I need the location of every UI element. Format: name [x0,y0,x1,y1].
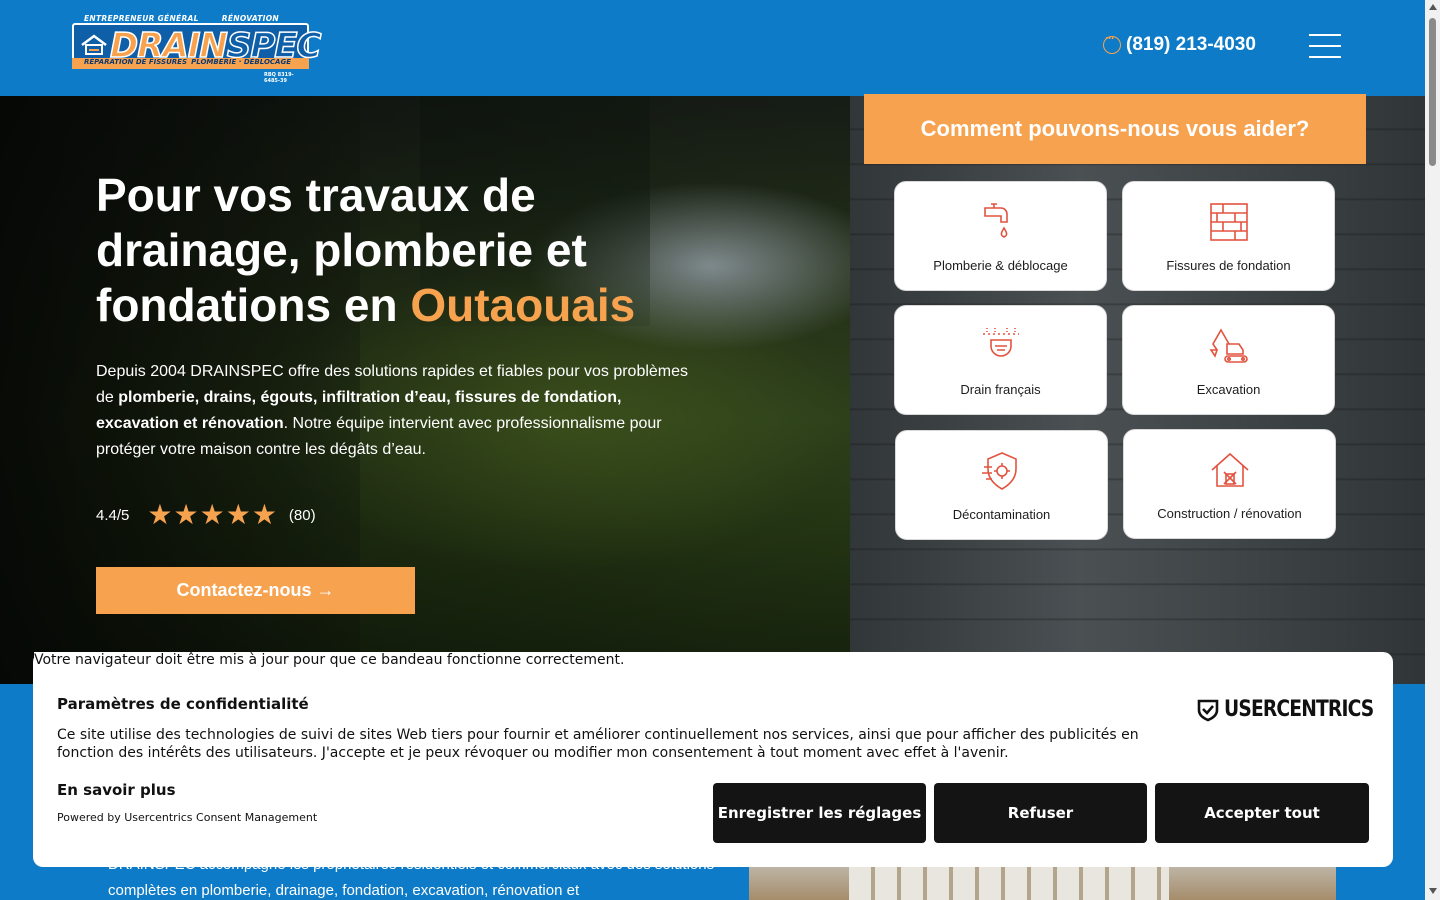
phone-number: (819) 213-4030 [1126,34,1256,55]
drain-icon [982,328,1019,357]
service-label: Construction / rénovation [1157,506,1302,521]
service-card-plomberie[interactable]: Plomberie & déblocage [894,181,1107,291]
service-label: Fissures de fondation [1166,258,1291,273]
accept-all-button[interactable]: Accepter tout [1155,783,1369,843]
hero-title-accent: Outaouais [410,279,636,331]
logo-rbq-number: RBQ 8319-6485-39 [264,72,294,84]
rating-summary: 4.4/5 ★ ★ ★ ★ ★ (80) [96,501,316,529]
logo-subline-right: PLOMBERIE · DÉBLOCAGE [191,58,291,66]
service-label: Décontamination [952,507,1051,522]
browser-warning: Votre navigateur doit être mis à jour po… [34,652,629,668]
excavator-icon [1209,328,1248,363]
house-tools-icon [1210,452,1249,487]
site-header: ENTREPRENEUR GÉNÉRAL RÉNOVATION DRAINSPE… [0,0,1425,96]
brick-wall-icon [1209,203,1248,241]
learn-more-link[interactable]: En savoir plus [57,781,176,799]
rating-stars: ★ ★ ★ ★ ★ [147,501,277,529]
star-icon: ★ [147,499,173,530]
star-icon: ★ [173,499,199,530]
refuse-button[interactable]: Refuser [934,783,1147,843]
service-card-construction[interactable]: Construction / rénovation [1123,429,1336,539]
scrollbar-thumb[interactable] [1429,18,1436,166]
shield-check-icon [1197,699,1219,721]
service-card-drain[interactable]: Drain français [894,305,1107,415]
service-card-decontamination[interactable]: Décontamination [895,430,1108,540]
house-icon [81,34,107,55]
consent-title: Paramètres de confidentialité [57,695,309,713]
logo-subline-left: RÉPARATION DE FISSURES [84,58,187,66]
hero-intro: Depuis 2004 DRAINSPEC offre des solution… [96,363,689,458]
powered-by: Powered by Usercentrics Consent Manageme… [57,811,318,824]
star-icon: ★ [199,499,225,530]
rating-count: (80) [288,506,316,524]
scroll-up-arrow-icon[interactable] [1429,4,1437,10]
contact-button[interactable]: Contactez-nous → [96,567,415,614]
save-settings-button[interactable]: Enregistrer les réglages [713,783,926,843]
service-card-excavation[interactable]: Excavation [1122,305,1335,415]
hamburger-menu-icon[interactable] [1309,34,1341,58]
service-card-fissures[interactable]: Fissures de fondation [1122,181,1335,291]
drainspec-logo[interactable]: ENTREPRENEUR GÉNÉRAL RÉNOVATION DRAINSPE… [72,14,322,84]
service-label: Plomberie & déblocage [933,258,1068,273]
hero-title: Pour vos travaux de drainage, plomberie … [96,169,636,331]
phone-link[interactable]: (819) 213-4030 [1103,31,1256,56]
usercentrics-logo: USERCENTRICS [1196,697,1400,722]
cookie-consent-banner: Paramètres de confidentialité Ce site ut… [33,652,1393,867]
usercentrics-wordmark: USERCENTRICS [1224,697,1374,722]
faucet-icon [983,203,1008,238]
shield-virus-icon [981,452,1017,490]
service-label: Drain français [960,382,1041,397]
service-label: Excavation [1196,382,1261,397]
star-icon: ★ [225,499,251,530]
rating-score: 4.4/5 [96,506,130,524]
help-title: Comment pouvons-nous vous aider? [864,94,1366,164]
page-scrollbar[interactable] [1425,0,1440,900]
consent-body: Ce site utilise des technologies de suiv… [57,727,1139,761]
star-icon: ★ [251,499,277,530]
scroll-down-arrow-icon[interactable] [1429,888,1437,894]
chat-bubble-icon [1103,31,1121,54]
